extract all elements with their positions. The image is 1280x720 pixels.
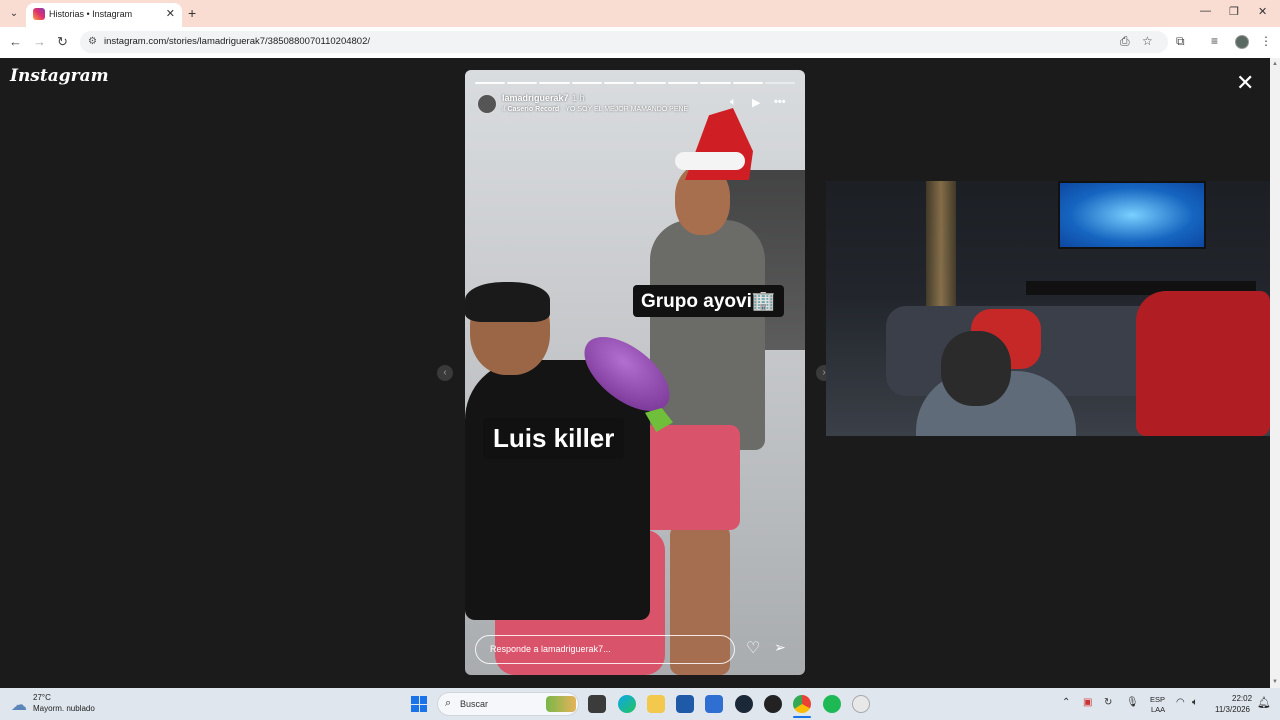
media-controls-icon[interactable]: ≡ xyxy=(1211,34,1218,48)
profile-avatar[interactable] xyxy=(1235,35,1249,49)
progress-segment xyxy=(539,82,570,84)
reload-icon[interactable]: ↻ xyxy=(57,34,68,50)
reply-placeholder: Responde a lamadriguerak7... xyxy=(490,644,611,654)
standing-person-shorts xyxy=(640,425,740,530)
steam-icon[interactable] xyxy=(735,695,753,713)
wifi-icon[interactable]: ◠ xyxy=(1176,697,1185,708)
outlook-icon[interactable] xyxy=(705,695,723,713)
kneeling-person-hair xyxy=(465,282,550,322)
instagram-logo[interactable]: Instagram xyxy=(10,66,109,86)
clock-time[interactable]: 22:02 xyxy=(1232,694,1252,703)
music-track: YO SOY EL MEJOR MAMANDO PENE xyxy=(565,106,689,113)
extensions-icon[interactable]: ⧉ xyxy=(1176,34,1185,49)
tab-search-icon[interactable]: ⌄ xyxy=(6,6,22,22)
music-artist: Caserío Record xyxy=(507,106,560,113)
install-app-icon[interactable]: ⎙ xyxy=(1120,34,1130,49)
story-viewer[interactable]: lamadriguerak7 1 h ıl Caserío Record · Y… xyxy=(465,70,805,675)
progress-segment xyxy=(636,82,667,84)
windows-taskbar: ☁ 27°C Mayorm. nublado ⌕ Buscar ⌃ ▣ ↻ 🎙︎… xyxy=(0,688,1280,720)
app-icon[interactable] xyxy=(852,695,870,713)
window-close-icon[interactable]: ✕ xyxy=(1258,5,1267,18)
scroll-down-icon[interactable]: ▼ xyxy=(1272,679,1278,685)
play-icon[interactable]: ▶ xyxy=(752,96,760,109)
tab-close-icon[interactable]: ✕ xyxy=(166,7,175,20)
cam-gaming-chair xyxy=(1136,291,1270,436)
store-icon[interactable] xyxy=(676,695,694,713)
progress-segment xyxy=(507,82,538,84)
webcam-overlay xyxy=(826,181,1270,436)
spotify-icon[interactable] xyxy=(823,695,841,713)
previous-story-icon[interactable]: ‹ xyxy=(437,365,453,381)
progress-segment xyxy=(475,82,506,84)
search-icon: ⌕ xyxy=(445,697,452,709)
tab-title: Historias • Instagram xyxy=(49,9,133,19)
story-user-avatar[interactable] xyxy=(477,94,497,114)
instagram-favicon-icon xyxy=(33,8,45,20)
tray-sync-icon[interactable]: ↻ xyxy=(1104,697,1112,708)
edge-icon[interactable] xyxy=(618,695,636,713)
send-icon[interactable]: ➢ xyxy=(774,639,786,656)
weather-temp[interactable]: 27°C xyxy=(33,693,51,702)
tray-app-icon[interactable]: ▣ xyxy=(1083,697,1092,708)
search-highlight-icon xyxy=(546,696,576,712)
heart-icon[interactable]: ♡ xyxy=(746,638,760,658)
weather-cloud-icon[interactable]: ☁ xyxy=(11,695,27,715)
forward-icon[interactable]: → xyxy=(33,34,46,49)
keyboard-layout[interactable]: LAA xyxy=(1151,705,1165,714)
minimize-icon[interactable]: — xyxy=(1200,5,1211,17)
progress-segment xyxy=(764,82,796,84)
language-code[interactable]: ESP xyxy=(1150,695,1165,704)
new-tab-button[interactable]: + xyxy=(188,5,196,21)
music-bars-icon: ıl xyxy=(502,106,506,113)
address-bar[interactable]: ⚙ instagram.com/stories/lamadriguerak7/3… xyxy=(80,31,1168,53)
active-app-indicator xyxy=(793,716,811,718)
notification-bell-icon[interactable]: 🔔︎ xyxy=(1257,696,1271,709)
restore-icon[interactable]: ❐ xyxy=(1229,5,1239,18)
microphone-icon[interactable]: 🎙︎ xyxy=(1126,697,1139,708)
sticker-grupo-ayovi: Grupo ayovi🏢 xyxy=(633,285,784,317)
progress-segment xyxy=(700,82,731,84)
tray-expand-icon[interactable]: ⌃ xyxy=(1062,697,1070,708)
chrome-icon[interactable] xyxy=(793,695,811,713)
weather-desc[interactable]: Mayorm. nublado xyxy=(33,704,95,713)
obs-icon[interactable] xyxy=(764,695,782,713)
chrome-menu-icon[interactable]: ⋮ xyxy=(1260,34,1272,48)
taskbar-search[interactable]: ⌕ Buscar xyxy=(437,692,579,716)
story-music-info[interactable]: ıl Caserío Record · YO SOY EL MEJOR MAMA… xyxy=(502,106,688,113)
story-username[interactable]: lamadriguerak7 xyxy=(502,93,569,103)
progress-segment xyxy=(668,82,699,84)
bookmark-star-icon[interactable]: ☆ xyxy=(1142,34,1153,48)
close-story-icon[interactable]: ✕ xyxy=(1236,70,1254,96)
story-progress-bar xyxy=(475,82,796,84)
mute-icon[interactable]: 🔈︎ xyxy=(730,96,737,109)
clock-date[interactable]: 11/3/2026 xyxy=(1215,705,1250,714)
toolbar: ← → ↻ ⚙ instagram.com/stories/lamadrigue… xyxy=(0,27,1280,58)
tab-historias-instagram[interactable]: Historias • Instagram ✕ xyxy=(26,3,182,27)
site-info-icon[interactable]: ⚙ xyxy=(88,36,97,47)
file-explorer-icon[interactable] xyxy=(647,695,665,713)
url-text: instagram.com/stories/lamadriguerak7/385… xyxy=(104,36,370,47)
search-label: Buscar xyxy=(460,699,489,709)
santa-hat-band xyxy=(675,152,745,170)
progress-segment xyxy=(571,82,602,84)
cam-streamer-head xyxy=(941,331,1011,406)
story-time: 1 h xyxy=(572,93,585,103)
scrollbar[interactable] xyxy=(1270,58,1280,688)
start-button[interactable] xyxy=(411,696,427,712)
volume-icon[interactable]: 🔈︎ xyxy=(1192,697,1198,708)
sticker-luis-killer: Luis killer xyxy=(483,418,625,459)
more-icon[interactable]: ••• xyxy=(774,96,786,108)
progress-segment xyxy=(732,82,763,84)
scroll-up-icon[interactable]: ▲ xyxy=(1272,61,1278,67)
cam-tv xyxy=(1058,181,1206,249)
task-view-icon[interactable] xyxy=(588,695,606,713)
tab-strip: ⌄ Historias • Instagram ✕ + — ❐ ✕ xyxy=(0,0,1280,27)
reply-input[interactable]: Responde a lamadriguerak7... xyxy=(475,635,735,664)
progress-segment xyxy=(603,82,635,84)
back-icon[interactable]: ← xyxy=(9,34,22,49)
